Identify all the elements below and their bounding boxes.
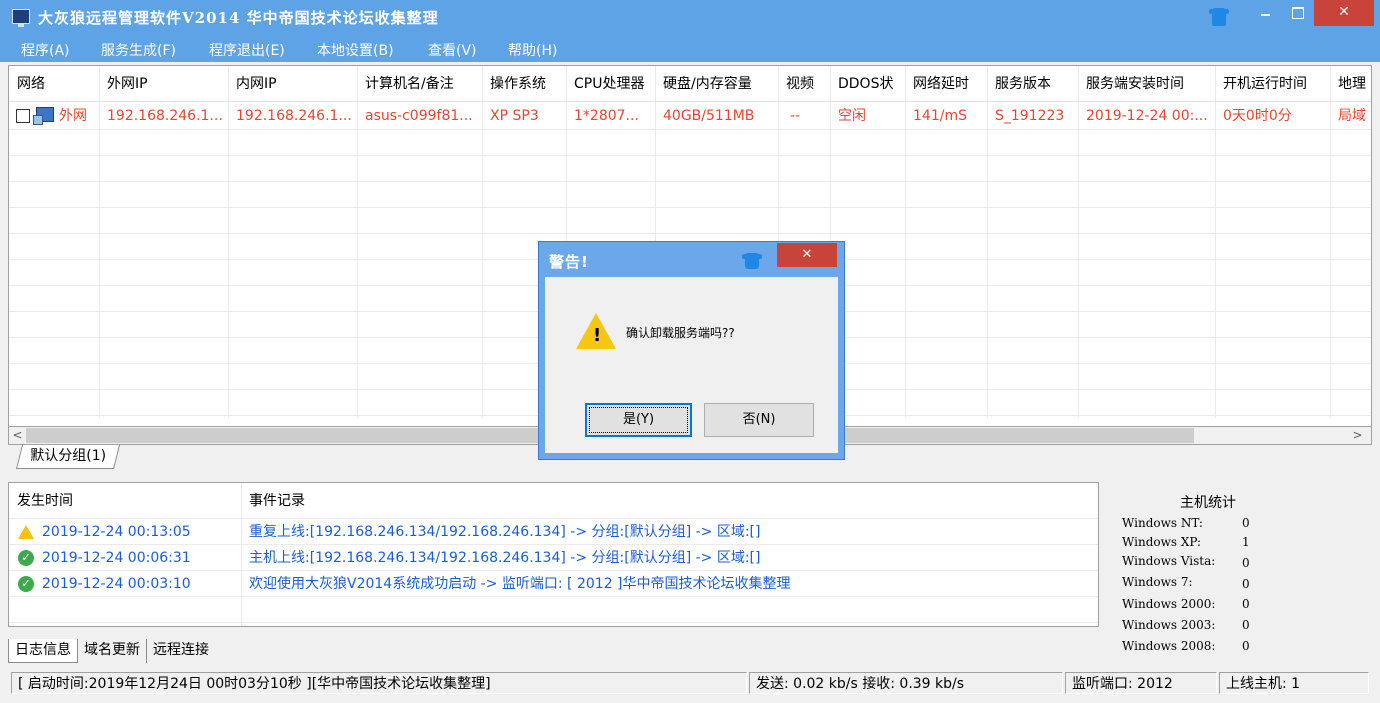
maximize-button[interactable]: [1284, 0, 1310, 26]
cell-disk-memory[interactable]: 40GB/511MB: [655, 103, 778, 129]
col-cpu[interactable]: CPU处理器: [566, 66, 655, 102]
menu-exit[interactable]: 程序退出(E): [209, 40, 285, 60]
tab-domain-update[interactable]: 域名更新: [78, 639, 146, 663]
col-os[interactable]: 操作系统: [482, 66, 566, 102]
warning-mark: !: [593, 325, 602, 346]
menu-bar: 程序(A) 服务生成(F) 程序退出(E) 本地设置(B) 查看(V) 帮助(H…: [0, 36, 1380, 62]
log-entry-message: 欢迎使用大灰狼V2014系统成功启动 -> 监听端口: [ 2012 ]华中帝国…: [249, 576, 791, 592]
col-wan-ip[interactable]: 外网IP: [99, 66, 228, 102]
tab-remote-connect[interactable]: 远程连接: [146, 639, 215, 663]
cell-wan-ip[interactable]: 192.168.246.1...: [99, 103, 228, 129]
stats-row: Windows 7: 0: [1122, 575, 1250, 591]
check-circle-icon: ✓: [18, 550, 34, 566]
cell-service-version[interactable]: S_191223: [987, 103, 1078, 129]
log-entry-time: 2019-12-24 00:13:05: [42, 524, 191, 540]
status-bar: [ 启动时间:2019年12月24日 00时03分10秒 ][华中帝国技术论坛收…: [7, 669, 1373, 696]
col-uptime[interactable]: 开机运行时间: [1215, 66, 1330, 102]
stats-row: Windows 2003: 0: [1122, 618, 1250, 632]
cell-uptime[interactable]: 0天0时0分: [1215, 103, 1330, 129]
col-ddos[interactable]: DDOS状: [830, 66, 905, 102]
title-bar: 大灰狼远程管理软件V2014 华中帝国技术论坛收集整理 ✕: [0, 0, 1380, 36]
no-button[interactable]: 否(N): [704, 403, 814, 437]
col-install-time[interactable]: 服务端安装时间: [1078, 66, 1215, 102]
log-entry-message: 重复上线:[192.168.246.134/192.168.246.134] -…: [249, 524, 761, 540]
bottom-tabs: 日志信息 域名更新 远程连接: [8, 639, 215, 665]
status-online-hosts: 上线主机: 1: [1219, 672, 1369, 694]
cell-cpu[interactable]: 1*2807...: [566, 103, 655, 129]
status-startup-time: [ 启动时间:2019年12月24日 00时03分10秒 ][华中帝国技术论坛收…: [11, 672, 747, 694]
tab-default-group[interactable]: 默认分组(1): [16, 445, 120, 469]
log-header-event[interactable]: 事件记录: [249, 483, 305, 519]
log-header-time[interactable]: 发生时间: [17, 483, 73, 519]
dialog-body: ! 确认卸载服务端吗?? 是(Y) 否(N): [545, 277, 838, 453]
col-network[interactable]: 网络: [9, 66, 99, 102]
cell-install-time[interactable]: 2019-12-24 00:...: [1078, 103, 1215, 129]
cell-location[interactable]: 局域: [1330, 103, 1371, 129]
stats-row: Windows Vista: 0: [1122, 554, 1250, 570]
menu-help[interactable]: 帮助(H): [508, 40, 557, 60]
stats-row: Windows NT: 0: [1122, 516, 1250, 530]
cell-latency[interactable]: 141/mS: [905, 103, 987, 129]
host-row-checkbox[interactable]: [16, 109, 30, 123]
col-location[interactable]: 地理: [1330, 66, 1371, 102]
log-entry-time: 2019-12-24 00:03:10: [42, 576, 191, 592]
col-latency[interactable]: 网络延时: [905, 66, 987, 102]
scroll-right-arrow-icon[interactable]: >: [1349, 427, 1366, 444]
log-entry-time: 2019-12-24 00:06:31: [42, 550, 191, 566]
window-title: 大灰狼远程管理软件V2014 华中帝国技术论坛收集整理: [38, 9, 439, 27]
skin-shirt-icon[interactable]: [742, 253, 762, 269]
col-computer-name[interactable]: 计算机名/备注: [357, 66, 482, 102]
menu-view[interactable]: 查看(V): [428, 40, 477, 60]
event-log[interactable]: 发生时间 事件记录 2019-12-24 00:13:05 重复上线:[192.…: [8, 482, 1099, 627]
app-monitor-icon: [12, 9, 30, 27]
minimize-button[interactable]: [1252, 0, 1278, 26]
cell-video[interactable]: --: [778, 103, 830, 129]
yes-button[interactable]: 是(Y): [585, 403, 692, 437]
col-video[interactable]: 视频: [778, 66, 830, 102]
tab-log-info[interactable]: 日志信息: [8, 639, 78, 663]
status-listen-port: 监听端口: 2012: [1065, 672, 1217, 694]
menu-program[interactable]: 程序(A): [21, 40, 70, 60]
tab-default-group-label: 默认分组(1): [30, 448, 107, 464]
col-lan-ip[interactable]: 内网IP: [228, 66, 357, 102]
dialog-title: 警告!: [549, 253, 589, 271]
warning-icon: [18, 525, 34, 539]
cell-ddos[interactable]: 空闲: [830, 103, 905, 129]
cell-network[interactable]: 外网: [51, 103, 99, 129]
skin-shirt-icon[interactable]: [1209, 8, 1229, 26]
col-disk-memory[interactable]: 硬盘/内存容量: [655, 66, 778, 102]
status-traffic: 发送: 0.02 kb/s 接收: 0.39 kb/s: [749, 672, 1063, 694]
menu-service-build[interactable]: 服务生成(F): [101, 40, 176, 60]
close-button[interactable]: ✕: [1314, 0, 1374, 26]
scroll-left-arrow-icon[interactable]: <: [9, 427, 26, 444]
cell-computer-name[interactable]: asus-c099f81...: [357, 103, 482, 129]
col-service-version[interactable]: 服务版本: [987, 66, 1078, 102]
check-circle-icon: ✓: [18, 576, 34, 592]
grid-header: 网络 外网IP 内网IP 计算机名/备注 操作系统 CPU处理器 硬盘/内存容量…: [9, 66, 1371, 102]
stats-title: 主机统计: [1180, 495, 1236, 511]
log-entry-message: 主机上线:[192.168.246.134/192.168.246.134] -…: [249, 550, 761, 566]
host-statistics: 主机统计 Windows NT: 0 Windows XP: 1 Windows V…: [1108, 486, 1370, 666]
dialog-message: 确认卸载服务端吗??: [626, 326, 735, 340]
cell-lan-ip[interactable]: 192.168.246.1...: [228, 103, 357, 129]
stats-row: Windows 2000: 0: [1122, 597, 1250, 611]
dialog-close-button[interactable]: ✕: [777, 243, 837, 267]
stats-row: Windows XP: 1: [1122, 535, 1250, 549]
warning-dialog: 警告! ✕ ! 确认卸载服务端吗?? 是(Y) 否(N): [538, 241, 845, 460]
stats-row: Windows 2008: 0: [1122, 639, 1250, 653]
menu-local-settings[interactable]: 本地设置(B): [317, 40, 394, 60]
cell-os[interactable]: XP SP3: [482, 103, 566, 129]
